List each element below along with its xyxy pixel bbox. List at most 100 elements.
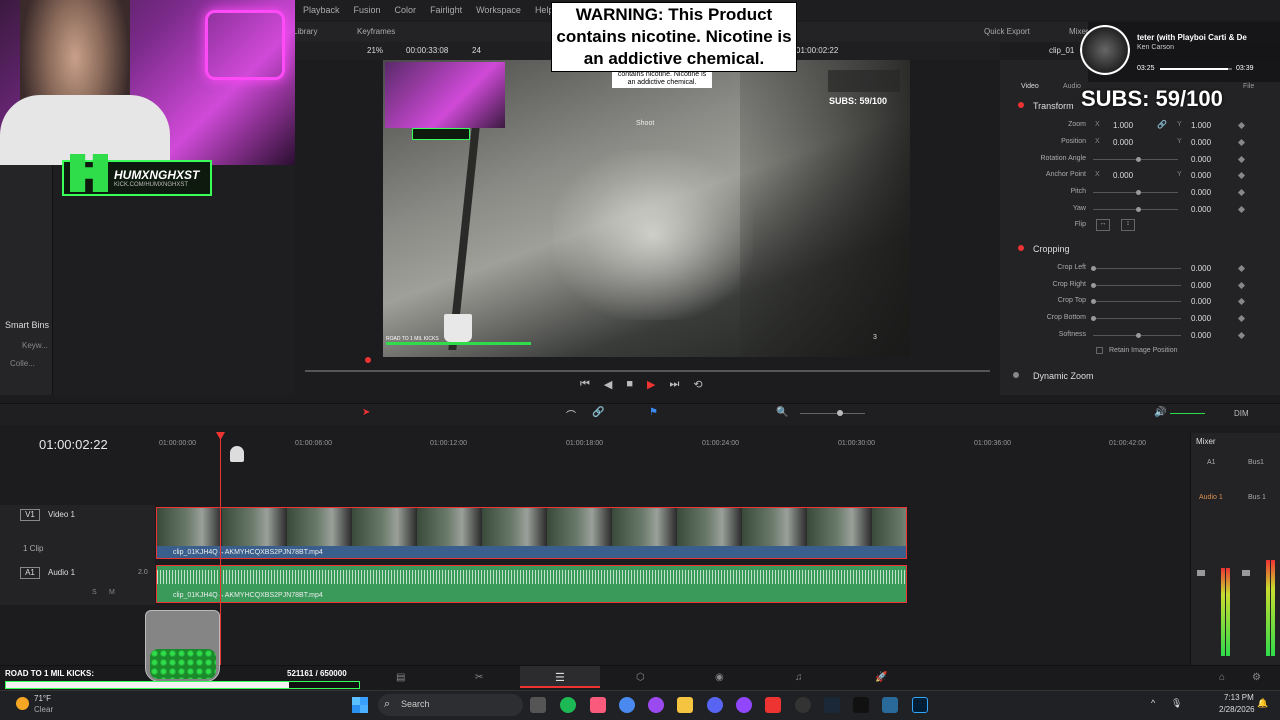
play-icon[interactable]: ▶ xyxy=(647,378,655,391)
menu-workspace[interactable]: Workspace xyxy=(476,5,521,15)
clock-date[interactable]: 2/28/2026 xyxy=(1219,705,1255,714)
rotation-slider-handle[interactable] xyxy=(1136,157,1141,162)
zoom-icon[interactable]: 🔍 xyxy=(776,407,788,418)
spotify-icon[interactable] xyxy=(560,697,576,713)
audio-track-tag[interactable]: A1 xyxy=(20,567,40,579)
fader-handle[interactable] xyxy=(1197,570,1205,576)
clock-time[interactable]: 7:13 PM xyxy=(1224,693,1254,702)
audio-track-name[interactable]: Audio 1 xyxy=(48,568,75,577)
crop-left-value[interactable]: 0.000 xyxy=(1191,264,1211,273)
retain-image-checkbox[interactable] xyxy=(1096,347,1103,354)
menu-fusion[interactable]: Fusion xyxy=(354,5,381,15)
pitch-slider-handle[interactable] xyxy=(1136,190,1141,195)
crop-left-slider[interactable] xyxy=(1093,268,1181,269)
zoom-x-value[interactable]: 1.000 xyxy=(1113,121,1133,130)
position-y-value[interactable]: 0.000 xyxy=(1191,138,1211,147)
solo-button[interactable]: S xyxy=(92,589,97,596)
fusion-page-icon[interactable]: ⬡ xyxy=(636,672,645,683)
file-explorer-icon[interactable] xyxy=(677,697,693,713)
home-icon[interactable]: ⌂ xyxy=(1219,672,1225,683)
flip-vertical-icon[interactable]: ↕ xyxy=(1121,219,1135,231)
media-pool-area[interactable] xyxy=(52,165,295,395)
menu-fairlight[interactable]: Fairlight xyxy=(430,5,462,15)
weather-icon[interactable] xyxy=(16,697,29,710)
deliver-page-icon[interactable]: 🚀 xyxy=(875,672,887,683)
loop-icon[interactable]: ⟲ xyxy=(693,378,702,391)
task-view-icon[interactable] xyxy=(530,697,546,713)
cut-page-icon[interactable]: ✂ xyxy=(475,672,483,683)
video-track-name[interactable]: Video 1 xyxy=(48,510,75,519)
flip-horizontal-icon[interactable]: ↔ xyxy=(1096,219,1110,231)
transform-header[interactable]: Transform xyxy=(1033,101,1074,111)
go-to-end-icon[interactable]: ⏭ xyxy=(670,378,680,391)
crop-right-slider[interactable] xyxy=(1093,285,1181,286)
settings-icon[interactable]: ⚙ xyxy=(1252,672,1261,683)
notification-bell-icon[interactable]: 🔔 xyxy=(1257,698,1268,709)
color-page-icon[interactable]: ◉ xyxy=(715,672,724,683)
recording-icon[interactable] xyxy=(765,697,781,713)
volume-icon[interactable]: 🔊 xyxy=(1154,407,1166,418)
menu-playback[interactable]: Playback xyxy=(303,5,340,15)
bin-collections[interactable]: Colle... xyxy=(10,359,35,368)
rotation-value[interactable]: 0.000 xyxy=(1191,155,1211,164)
yaw-slider-handle[interactable] xyxy=(1136,207,1141,212)
cropping-enable-dot[interactable] xyxy=(1018,245,1024,251)
play-reverse-icon[interactable]: ◀ xyxy=(604,378,612,391)
taskbar-search-box[interactable] xyxy=(378,694,523,716)
tray-chevron-icon[interactable]: ^ xyxy=(1151,698,1155,708)
photoshop-icon[interactable] xyxy=(912,697,928,713)
viewer-scrubber[interactable] xyxy=(305,370,990,372)
windows-start-icon[interactable] xyxy=(352,697,368,713)
zoom-y-value[interactable]: 1.000 xyxy=(1191,121,1211,130)
selection-tool-icon[interactable]: ➤ xyxy=(362,407,370,418)
bin-keywords[interactable]: Keyw... xyxy=(22,341,48,350)
anchor-x-value[interactable]: 0.000 xyxy=(1113,171,1133,180)
smart-bins-label[interactable]: Smart Bins xyxy=(5,320,49,330)
chrome-icon[interactable] xyxy=(619,697,635,713)
crop-bottom-slider[interactable] xyxy=(1093,318,1181,319)
browser-icon[interactable] xyxy=(648,697,664,713)
inspector-tab-file[interactable]: File xyxy=(1243,83,1254,90)
crop-right-handle[interactable] xyxy=(1091,283,1096,288)
go-to-start-icon[interactable]: ⏮ xyxy=(580,378,590,391)
anchor-y-value[interactable]: 0.000 xyxy=(1191,171,1211,180)
weather-temp[interactable]: 71°F xyxy=(34,694,51,703)
softness-handle[interactable] xyxy=(1136,333,1141,338)
snapping-icon[interactable]: ⌒ xyxy=(566,407,576,422)
crop-bottom-handle[interactable] xyxy=(1091,316,1096,321)
position-x-value[interactable]: 0.000 xyxy=(1113,138,1133,147)
obs-icon[interactable] xyxy=(795,697,811,713)
terminal-icon[interactable] xyxy=(853,697,869,713)
fairlight-page-icon[interactable]: ♫ xyxy=(795,672,803,683)
crop-bottom-value[interactable]: 0.000 xyxy=(1191,314,1211,323)
cropping-header[interactable]: Cropping xyxy=(1033,244,1070,254)
stop-icon[interactable]: ■ xyxy=(626,378,633,391)
scrubber-handle[interactable] xyxy=(365,357,371,363)
master-volume-slider[interactable] xyxy=(1170,413,1205,414)
keyframes-tab[interactable]: Keyframes xyxy=(357,27,395,36)
quick-export-button[interactable]: Quick Export xyxy=(984,27,1030,36)
viewer-zoom[interactable]: 21% xyxy=(367,46,383,55)
yaw-value[interactable]: 0.000 xyxy=(1191,205,1211,214)
weather-desc[interactable]: Clear xyxy=(34,705,53,714)
mute-button[interactable]: M xyxy=(109,589,115,596)
flag-icon[interactable]: ⚑ xyxy=(649,407,658,418)
playhead[interactable] xyxy=(220,435,221,665)
dim-button[interactable]: DIM xyxy=(1234,409,1249,418)
twitch-icon[interactable] xyxy=(736,697,752,713)
crop-top-value[interactable]: 0.000 xyxy=(1191,297,1211,306)
timeline-zoom-slider[interactable] xyxy=(800,413,865,414)
video-track-tag[interactable]: V1 xyxy=(20,509,40,521)
resolve-icon[interactable] xyxy=(882,697,898,713)
crop-right-value[interactable]: 0.000 xyxy=(1191,281,1211,290)
softness-value[interactable]: 0.000 xyxy=(1191,331,1211,340)
discord-icon[interactable] xyxy=(707,697,723,713)
inspector-tab-video[interactable]: Video xyxy=(1021,83,1039,90)
dynamic-zoom-enable-dot[interactable] xyxy=(1013,372,1019,378)
steam-icon[interactable] xyxy=(824,697,840,713)
library-tab[interactable]: Library xyxy=(293,27,317,36)
crop-top-slider[interactable] xyxy=(1093,301,1181,302)
linked-selection-icon[interactable]: 🔗 xyxy=(592,407,604,418)
fader-handle[interactable] xyxy=(1242,570,1250,576)
music-app-icon[interactable] xyxy=(590,697,606,713)
